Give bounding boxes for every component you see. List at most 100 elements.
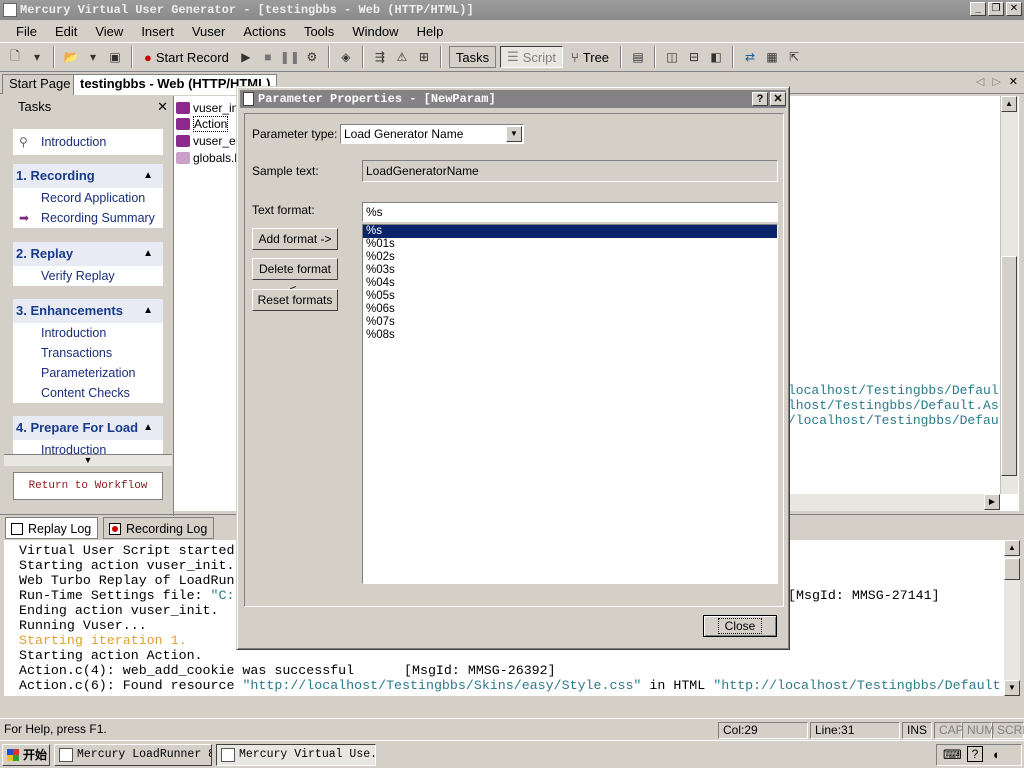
taskbar-item-loadrunner[interactable]: Mercury LoadRunner 8.1 — [54, 744, 212, 766]
keyboard-icon[interactable]: ⌨ — [943, 747, 962, 763]
file-globals[interactable]: globals.h — [176, 150, 241, 166]
insert-step-icon[interactable]: ⇶ — [371, 48, 389, 66]
format-option[interactable]: %05s — [363, 290, 777, 303]
menu-view[interactable]: View — [85, 24, 131, 39]
format-option[interactable]: %02s — [363, 251, 777, 264]
format-option[interactable]: %03s — [363, 264, 777, 277]
log-vertical-scrollbar[interactable]: ▲ ▼ — [1004, 540, 1020, 696]
play-icon[interactable]: ▶ — [237, 48, 255, 66]
close-button[interactable]: Close — [703, 615, 777, 637]
format-option[interactable]: %04s — [363, 277, 777, 290]
format-option[interactable]: %s — [363, 225, 777, 238]
menu-tools[interactable]: Tools — [294, 24, 342, 39]
script-view-button[interactable]: ☰ Script — [500, 46, 563, 68]
close-icon[interactable]: ✕ — [157, 96, 168, 118]
add-format-button[interactable]: Add format -> — [252, 228, 338, 250]
scroll-up-icon[interactable]: ▲ — [1004, 540, 1020, 556]
restore-button[interactable]: ❐ — [988, 2, 1004, 16]
tab-start-page[interactable]: Start Page — [2, 74, 78, 94]
split-icon[interactable]: ⊟ — [685, 48, 703, 66]
taskbar-item-vugen[interactable]: Mercury Virtual Use... — [216, 744, 376, 766]
section-header[interactable]: 1. Recording ▲ — [13, 164, 163, 188]
new-icon[interactable]: 🗋 — [6, 48, 24, 66]
task-transactions[interactable]: Transactions — [13, 343, 163, 363]
tab-prev-icon[interactable]: ◁ — [976, 75, 984, 88]
tab-next-icon[interactable]: ▷ — [992, 75, 1000, 88]
panel-icon[interactable]: ◧ — [707, 48, 725, 66]
collapse-icon[interactable]: ▲ — [143, 299, 153, 323]
help-icon[interactable]: ? — [967, 746, 983, 762]
collapse-icon[interactable]: ▲ — [143, 164, 153, 188]
start-button[interactable]: 开始 — [2, 744, 50, 766]
task-introduction[interactable]: ⚲ Introduction — [13, 129, 163, 155]
task-introduction[interactable]: Introduction — [13, 323, 163, 343]
layout-icon[interactable]: ◫ — [663, 48, 681, 66]
scroll-thumb[interactable] — [1001, 256, 1017, 476]
compile-icon[interactable]: ⚠ — [393, 48, 411, 66]
task-content-checks[interactable]: Content Checks — [13, 383, 163, 403]
text-format-input[interactable] — [362, 202, 778, 222]
task-verify-replay[interactable]: Verify Replay — [13, 266, 163, 286]
menu-insert[interactable]: Insert — [131, 24, 182, 39]
tasks-button[interactable]: Tasks — [448, 46, 497, 68]
return-to-workflow-button[interactable]: Return to Workflow — [13, 472, 163, 500]
reset-formats-button[interactable]: Reset formats — [252, 289, 338, 311]
collapse-icon[interactable]: ▲ — [143, 242, 153, 266]
export-icon[interactable]: ⇱ — [785, 48, 803, 66]
format-option[interactable]: %06s — [363, 303, 777, 316]
menu-bar: File Edit View Insert Vuser Actions Tool… — [0, 20, 1024, 42]
menu-window[interactable]: Window — [342, 24, 406, 39]
tasks-scroll-down[interactable]: ▼ — [4, 454, 172, 466]
collapse-icon[interactable]: ▲ — [143, 416, 153, 440]
menu-help[interactable]: Help — [407, 24, 452, 39]
parameter-type-select[interactable]: Load Generator Name ▼ — [340, 124, 524, 144]
save-icon[interactable]: ▣ — [106, 48, 124, 66]
checkpoint-icon[interactable]: ⊞ — [415, 48, 433, 66]
start-record-button[interactable]: ● Start Record — [140, 50, 233, 65]
task-parameterization[interactable]: Parameterization — [13, 363, 163, 383]
tab-recording-log[interactable]: Recording Log — [103, 517, 215, 539]
data-icon[interactable]: ▦ — [763, 48, 781, 66]
tab-replay-log[interactable]: Replay Log — [5, 517, 99, 539]
open-folder-icon[interactable]: 📂 — [62, 48, 80, 66]
tab-close-icon[interactable]: ✕ — [1009, 75, 1018, 88]
settings-gear-icon[interactable]: ⚙ — [303, 48, 321, 66]
menu-file[interactable]: File — [6, 24, 45, 39]
minimize-button[interactable]: _ — [970, 2, 986, 16]
format-option[interactable]: %08s — [363, 329, 777, 342]
scroll-right-icon[interactable]: ▶ — [984, 494, 1000, 510]
task-record-application[interactable]: Record Application — [13, 188, 163, 208]
task-introduction[interactable]: Introduction — [13, 440, 163, 454]
dialog-help-button[interactable]: ? — [752, 92, 768, 106]
section-header[interactable]: 2. Replay ▲ — [13, 242, 163, 266]
format-option[interactable]: %01s — [363, 238, 777, 251]
close-window-button[interactable]: ✕ — [1006, 2, 1022, 16]
scroll-down-icon[interactable]: ▼ — [1004, 680, 1020, 696]
scroll-thumb[interactable] — [1004, 558, 1020, 580]
delete-format-button[interactable]: Delete format <- — [252, 258, 338, 296]
scroll-up-icon[interactable]: ▲ — [1001, 96, 1017, 112]
tree-view-button[interactable]: ⑂ Tree — [567, 50, 613, 65]
file-vuser-init[interactable]: vuser_init — [176, 100, 244, 116]
script-horizontal-scrollbar[interactable]: ▶ — [788, 494, 1000, 511]
menu-actions[interactable]: Actions — [233, 24, 294, 39]
format-option[interactable]: %07s — [363, 316, 777, 329]
menu-edit[interactable]: Edit — [45, 24, 85, 39]
dropdown-arrow-icon[interactable]: ▼ — [506, 126, 522, 142]
output-window-icon[interactable]: ▤ — [629, 48, 647, 66]
script-vertical-scrollbar[interactable]: ▲ — [1000, 96, 1018, 494]
dropdown-icon[interactable]: ▾ — [28, 48, 46, 66]
dropdown-icon[interactable]: ▾ — [84, 48, 102, 66]
file-action[interactable]: Action — [176, 116, 229, 132]
menu-vuser[interactable]: Vuser — [182, 24, 233, 39]
section-header[interactable]: 4. Prepare For Load ▲ — [13, 416, 163, 440]
stop-icon[interactable]: ■ — [259, 48, 277, 66]
sync-icon[interactable]: ⇄ — [741, 48, 759, 66]
language-icon[interactable]: ◐ — [993, 747, 1001, 762]
dialog-close-button[interactable]: ✕ — [770, 92, 786, 106]
pause-icon[interactable]: ❚❚ — [280, 48, 300, 66]
format-list[interactable]: %s %01s %02s %03s %04s %05s %06s %07s %0… — [362, 224, 778, 584]
eraser-icon[interactable]: ◈ — [337, 48, 355, 66]
task-recording-summary[interactable]: ➡ Recording Summary — [13, 208, 163, 228]
section-header[interactable]: 3. Enhancements ▲ — [13, 299, 163, 323]
